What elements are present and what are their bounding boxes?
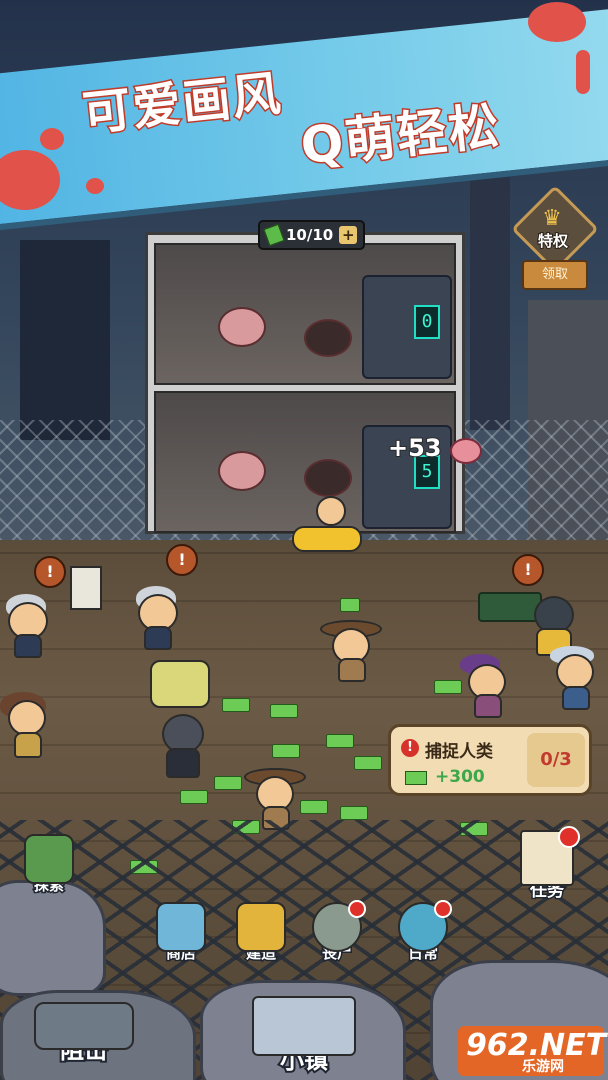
rock: [0, 880, 106, 996]
machine-counter: 0: [414, 305, 440, 339]
head: [556, 654, 594, 690]
quest-reward: +300: [435, 767, 485, 787]
chomper-creature: [304, 319, 352, 357]
rider-head: [316, 496, 346, 526]
add-capacity-button[interactable]: +: [339, 226, 358, 244]
brain-icon: [450, 438, 482, 464]
human-character[interactable]: [458, 654, 514, 720]
notification-dot: [434, 900, 452, 918]
cash-icon: [405, 771, 427, 785]
cash-pile[interactable]: [434, 680, 462, 694]
hammer-icon: [236, 902, 286, 952]
head: [8, 700, 46, 736]
watermark-site: 乐游网: [522, 1059, 564, 1075]
cash-pile[interactable]: [300, 800, 328, 814]
human-character[interactable]: [2, 594, 52, 658]
brain-gain-text: +53: [387, 433, 442, 463]
brain-creature: [218, 307, 266, 347]
explore-button[interactable]: 探索: [24, 834, 74, 896]
notification-dot: [348, 900, 366, 918]
body: [338, 658, 366, 682]
cash-pile[interactable]: [354, 756, 382, 770]
cash-pile[interactable]: [222, 698, 250, 712]
brain-machine[interactable]: 0: [362, 275, 452, 379]
cash-pile[interactable]: [326, 734, 354, 748]
factory-floor-1[interactable]: 0: [154, 243, 456, 385]
build-button[interactable]: 建造: [236, 902, 286, 964]
block-button[interactable]: 阻击: [34, 1002, 134, 1066]
map-icon: [24, 834, 74, 884]
notice-board[interactable]: [70, 566, 102, 610]
zombie-group[interactable]: [150, 660, 212, 782]
alert-icon[interactable]: !: [34, 556, 66, 588]
capacity-value: 10/10: [286, 226, 334, 244]
zombie-head-icon: [312, 900, 366, 952]
paint-splat: [40, 128, 64, 150]
alert-icon[interactable]: !: [512, 554, 544, 586]
body: [166, 748, 200, 778]
cash-icon: [263, 223, 285, 247]
scooter-zombie[interactable]: [292, 492, 362, 558]
clock-icon: [398, 900, 452, 952]
alert-icon[interactable]: !: [166, 544, 198, 576]
task-button[interactable]: 任务: [520, 826, 580, 903]
human-character[interactable]: [0, 692, 52, 762]
human-character[interactable]: [548, 646, 600, 710]
town-houses-icon: [252, 996, 356, 1056]
daily-button[interactable]: 日常: [398, 900, 452, 964]
privilege-label: 特权: [537, 231, 569, 251]
paint-splat: [528, 2, 586, 42]
quest-title: 捕捉人类: [425, 742, 493, 762]
tv-head-zombie: [150, 660, 210, 708]
shop-button[interactable]: 商店: [156, 902, 206, 964]
capacity-indicator[interactable]: 10/10 +: [258, 220, 366, 250]
site-watermark: 962.NET 乐游网: [458, 1026, 606, 1076]
scooter: [292, 526, 362, 552]
claim-button[interactable]: 领取: [522, 260, 588, 290]
notification-dot: [558, 826, 580, 848]
cash-pile[interactable]: [180, 790, 208, 804]
quest-progress: 0/3: [527, 733, 585, 787]
vehicle-icon: [34, 1002, 134, 1050]
crown-icon: ♛: [542, 206, 562, 231]
body: [14, 634, 42, 658]
zombie-button[interactable]: 丧尸: [312, 900, 366, 964]
game-scene: 可爱画风 Q萌轻松 0 5 10/10 + +53 ♛ 特权 领取 ! ! ! …: [0, 0, 608, 1080]
body: [562, 686, 590, 710]
cash-pile[interactable]: [340, 806, 368, 820]
human-character[interactable]: [132, 586, 182, 650]
quest-card[interactable]: ! 捕捉人类 +300 0/3: [388, 724, 592, 796]
cash-pile[interactable]: [214, 776, 242, 790]
body: [144, 626, 172, 650]
paint-splat: [576, 50, 590, 94]
body: [14, 732, 42, 758]
cash-pile[interactable]: [340, 598, 360, 612]
human-character[interactable]: [318, 612, 382, 682]
body: [474, 694, 502, 718]
background-tower: [20, 240, 110, 440]
brain-creature: [218, 451, 266, 491]
town-button[interactable]: 小镇: [252, 996, 356, 1076]
shop-van-icon: [156, 902, 206, 952]
alert-icon: !: [401, 739, 419, 757]
clipboard-icon: [520, 826, 580, 886]
cash-pile[interactable]: [272, 744, 300, 758]
paint-splat: [86, 178, 104, 194]
zombie-factory-building[interactable]: 0 5: [145, 232, 465, 534]
cash-pile[interactable]: [270, 704, 298, 718]
background-tower: [470, 170, 510, 430]
